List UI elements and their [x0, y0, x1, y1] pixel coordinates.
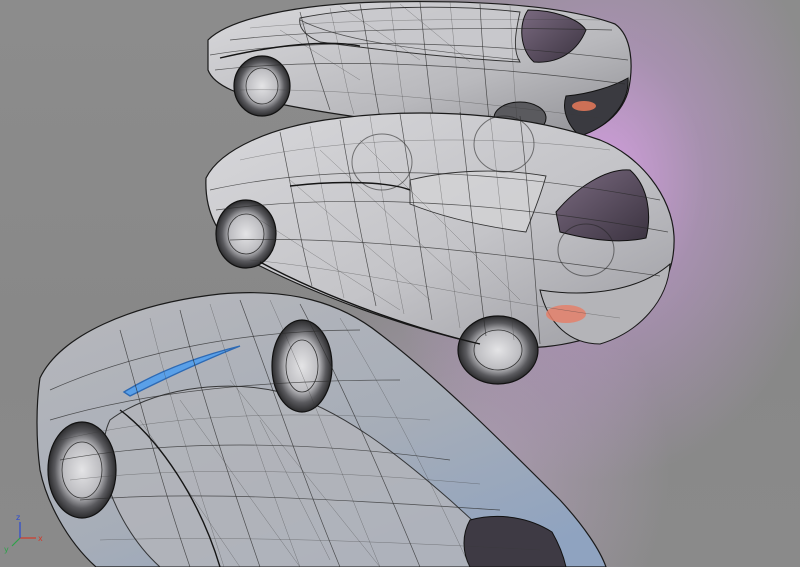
3d-viewport[interactable]: x z y	[0, 0, 800, 567]
axis-gizmo: x z y	[4, 513, 43, 554]
axis-gizmo-y-label: y	[4, 545, 9, 554]
hatchback-tail-light	[546, 305, 586, 323]
coupe-wheel-right	[271, 319, 333, 413]
hatchback-wheel-front	[215, 199, 277, 269]
hatchback-wheel-rear	[457, 315, 539, 385]
scene-canvas[interactable]: x z y	[0, 0, 800, 567]
axis-gizmo-x-label: x	[38, 534, 43, 543]
sedan-tail-light	[572, 101, 596, 111]
coupe-wheel-left	[47, 421, 117, 519]
axis-gizmo-y-line	[11, 537, 21, 547]
axis-gizmo-z-label: z	[16, 513, 20, 522]
